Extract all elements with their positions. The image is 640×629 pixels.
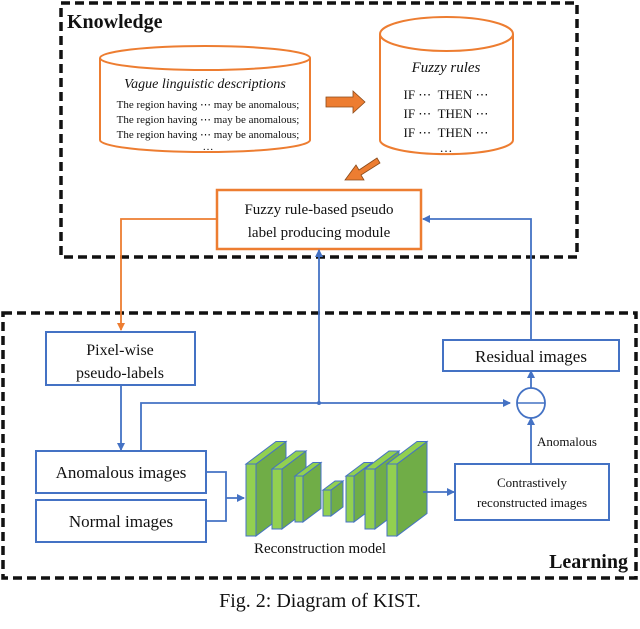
anomalous-edge-label: Anomalous: [537, 434, 597, 449]
pseudo-labels-label: pseudo-labels: [76, 365, 164, 382]
model-layer-block: [321, 480, 345, 517]
knowledge-region-title: Knowledge: [67, 11, 163, 33]
fuzzy-db-ellipsis: …: [440, 140, 453, 155]
cylinder-top: [379, 16, 514, 52]
reconstruction-model-label: Reconstruction model: [254, 541, 386, 557]
anomalous-to-subtract-edge: [140, 399, 511, 451]
anomalous-images-label: Anomalous images: [56, 463, 187, 482]
arrow-right-icon: [325, 90, 366, 114]
normal-images-label: Normal images: [69, 512, 173, 531]
contrastive-images-box[interactable]: [454, 463, 610, 521]
vague-db-line: The region having ⋯ may be anomalous;: [117, 129, 300, 141]
minus-circle-icon: [516, 387, 546, 419]
reconstruction-model: [244, 440, 429, 537]
fuzzy-db-line: IF ⋯ THEN ⋯: [404, 125, 489, 140]
residual-to-module-edge: [422, 215, 532, 340]
fuzzy-module-label: Fuzzy rule-based pseudo: [244, 202, 393, 218]
fuzzy-db-line: IF ⋯ THEN ⋯: [404, 106, 489, 121]
residual-images-label: Residual images: [475, 347, 587, 366]
vague-descriptions-database: Vague linguistic descriptions The region…: [99, 45, 311, 153]
cylinder-top: [99, 45, 311, 71]
contrastive-images-label: Contrastively: [497, 475, 568, 490]
figure-caption: Fig. 2: Diagram of KIST.: [219, 590, 421, 612]
vague-db-line: The region having ⋯ may be anomalous;: [117, 114, 300, 126]
fuzzy-rules-database: Fuzzy rules IF ⋯ THEN ⋯ IF ⋯ THEN ⋯ IF ⋯…: [379, 16, 514, 156]
vague-db-ellipsis: …: [203, 141, 214, 153]
learning-region-title: Learning: [549, 551, 628, 573]
fuzzy-db-line: IF ⋯ THEN ⋯: [404, 87, 489, 102]
contrastive-images-label: reconstructed images: [477, 495, 587, 510]
vague-db-line: The region having ⋯ may be anomalous;: [117, 99, 300, 111]
pseudo-labels-label: Pixel-wise: [86, 342, 154, 359]
vague-db-title: Vague linguistic descriptions: [124, 77, 286, 92]
fuzzy-db-title: Fuzzy rules: [411, 60, 481, 76]
arrow-down-left-icon: [344, 157, 381, 181]
fuzzy-module-label: label producing module: [248, 225, 391, 241]
anomalous-to-model-edge: [206, 471, 227, 522]
kist-final: Knowledge Vague linguistic descriptions …: [1, 1, 638, 580]
